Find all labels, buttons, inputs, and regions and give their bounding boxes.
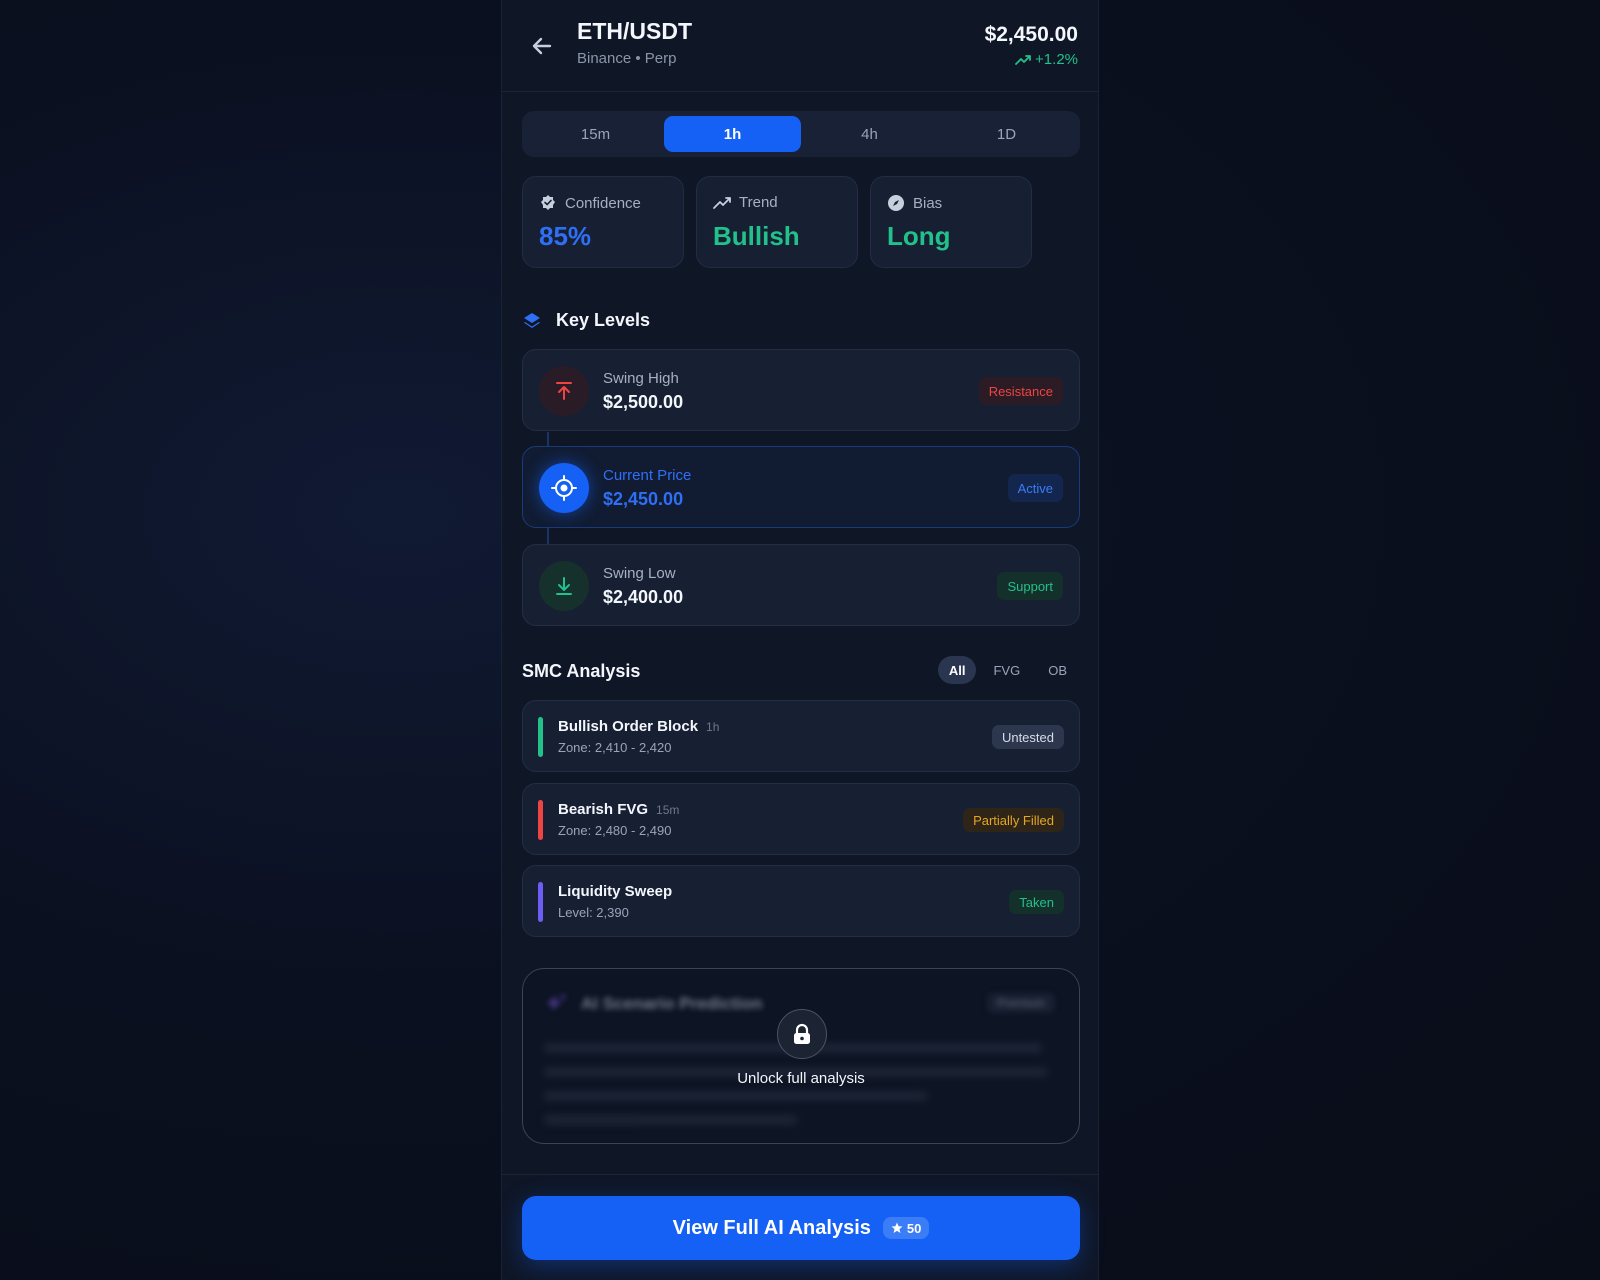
sparkles-icon [546, 993, 567, 1011]
locked-ai-scenario-card[interactable]: AI Scenario Prediction Premium Unlock fu… [522, 968, 1080, 1144]
trend-label: Trend [739, 194, 778, 211]
confidence-value: 85% [539, 221, 592, 251]
crosshair-icon [551, 475, 577, 501]
support-badge: Support [997, 572, 1063, 600]
filter-ob[interactable]: OB [1037, 656, 1078, 684]
smc-item[interactable]: Bullish Order Block 1h Zone: 2,410 - 2,42… [522, 700, 1080, 772]
smc-item-detail: Level: 2,390 [558, 905, 629, 920]
smc-item[interactable]: Bearish FVG 15m Zone: 2,480 - 2,490 Parti… [522, 783, 1080, 855]
arrow-down-to-line-icon [556, 577, 572, 595]
smc-item-detail: Zone: 2,410 - 2,420 [558, 740, 672, 755]
smc-item-detail: Zone: 2,480 - 2,490 [558, 823, 672, 838]
tab-4h[interactable]: 4h [801, 116, 938, 152]
bias-card: Bias Long [870, 176, 1032, 268]
filter-fvg[interactable]: FVG [982, 656, 1031, 684]
pair-title: ETH/USDT [577, 18, 692, 44]
partially-filled-badge: Partially Filled [963, 808, 1064, 832]
price-change: +1.2% [1015, 51, 1078, 68]
smc-item-name: Bullish Order Block [558, 718, 699, 735]
cost-value: 50 [906, 1220, 922, 1236]
phone-screen: ETH/USDT Binance • Perp $2,450.00 +1.2% … [501, 0, 1099, 1280]
exchange-subtitle: Binance • Perp [577, 50, 677, 67]
blurred-header: AI Scenario Prediction [543, 991, 762, 1017]
bias-value: Long [887, 221, 951, 251]
confidence-label: Confidence [565, 194, 641, 212]
level-value: $2,400.00 [603, 587, 684, 607]
level-name: Swing High [603, 370, 679, 387]
level-current-price[interactable]: Current Price $2,450.00 Active [522, 446, 1080, 528]
tab-15m[interactable]: 15m [527, 116, 664, 152]
filter-all[interactable]: All [937, 656, 977, 684]
blurred-line [543, 1115, 798, 1125]
bias-label: Bias [913, 194, 943, 212]
level-value: $2,450.00 [603, 489, 684, 509]
header: ETH/USDT Binance • Perp $2,450.00 +1.2% [502, 0, 1098, 92]
current-price-icon-wrap [539, 463, 589, 513]
arrow-up-to-line-icon [556, 382, 572, 400]
tab-1d[interactable]: 1D [938, 116, 1075, 152]
smc-item-timeframe: 15m [656, 803, 680, 817]
active-badge: Active [1007, 474, 1063, 502]
liquidity-indicator-bar [538, 882, 543, 922]
price-change-value: +1.2% [1035, 51, 1078, 68]
locked-title: AI Scenario Prediction [581, 994, 763, 1013]
cost-badge: 50 [882, 1217, 930, 1239]
level-name: Current Price [603, 467, 692, 484]
unlock-button[interactable] [777, 1009, 827, 1059]
star-icon [891, 1222, 903, 1233]
smc-item-name: Liquidity Sweep [558, 883, 673, 900]
current-price: $2,450.00 [984, 23, 1078, 46]
premium-badge: Premium [986, 993, 1055, 1013]
tab-1h[interactable]: 1h [664, 116, 801, 152]
swing-low-icon-wrap [539, 561, 589, 611]
smc-item-name: Bearish FVG [558, 801, 649, 818]
unlock-message: Unlock full analysis [737, 1070, 865, 1087]
trend-value: Bullish [713, 221, 800, 251]
view-full-analysis-button[interactable]: View Full AI Analysis 50 [522, 1196, 1080, 1260]
swing-high-icon-wrap [539, 366, 589, 416]
arrow-left-icon [532, 37, 552, 55]
level-swing-high[interactable]: Swing High $2,500.00 Resistance [522, 349, 1080, 431]
confidence-card: Confidence 85% [522, 176, 684, 268]
smc-item[interactable]: Liquidity Sweep Level: 2,390 Taken [522, 865, 1080, 937]
smc-filters: All FVG OB [937, 656, 1078, 684]
untested-badge: Untested [991, 725, 1064, 749]
key-levels-heading: Key Levels [522, 310, 650, 331]
layers-icon [524, 312, 540, 328]
level-swing-low[interactable]: Swing Low $2,400.00 Support [522, 544, 1080, 626]
compass-icon [888, 195, 904, 211]
taken-badge: Taken [1009, 890, 1064, 914]
footer-divider [502, 1174, 1098, 1175]
cta-label: View Full AI Analysis [672, 1216, 871, 1239]
back-button[interactable] [526, 30, 558, 62]
level-value: $2,500.00 [603, 392, 684, 412]
smc-item-title: Bullish Order Block 1h [558, 718, 719, 735]
resistance-badge: Resistance [978, 377, 1063, 405]
lock-icon [794, 1023, 810, 1044]
trend-card: Trend Bullish [696, 176, 858, 268]
bearish-indicator-bar [538, 800, 543, 840]
timeframe-selector: 15m 1h 4h 1D [522, 111, 1080, 157]
blurred-line [543, 1091, 928, 1101]
smc-analysis-title: SMC Analysis [522, 661, 641, 681]
smc-item-title: Bearish FVG 15m [558, 801, 679, 818]
smc-item-title: Liquidity Sweep [558, 883, 672, 900]
trending-up-icon [1015, 54, 1031, 65]
bullish-indicator-bar [538, 717, 543, 757]
level-name: Swing Low [603, 565, 676, 582]
verified-badge-icon [541, 195, 555, 210]
key-levels-title: Key Levels [556, 310, 651, 330]
smc-item-timeframe: 1h [706, 720, 720, 734]
trending-up-icon [713, 196, 731, 209]
